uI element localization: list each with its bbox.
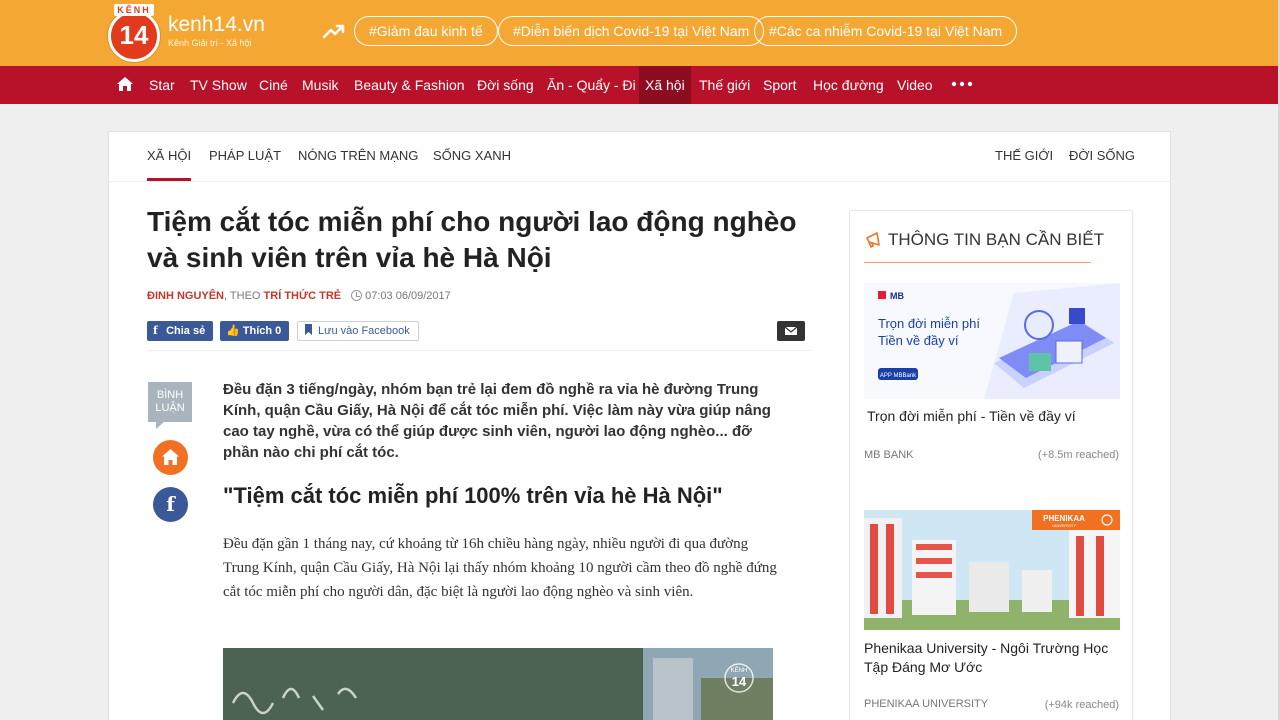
mb-headline-1: Trọn đời miễn phí xyxy=(878,316,980,331)
subnav-active-indicator xyxy=(147,178,191,181)
article-photo-graphic: KÊNH 14 xyxy=(223,648,773,720)
mb-app-badge: APP MBBank xyxy=(880,373,917,379)
photo-watermark-top: KÊNH xyxy=(731,666,748,674)
share-label: Chia sẻ xyxy=(166,325,206,337)
article-source[interactable]: TRÍ THỨC TRẺ xyxy=(264,290,342,302)
nav-item-the-gioi[interactable]: Thế giới xyxy=(699,66,750,104)
mb-bank-ad-title[interactable]: Trọn đời miễn phí - Tiền về đầy ví xyxy=(867,407,1122,425)
like-label: Thích 0 xyxy=(242,325,282,337)
phenikaa-ad-title[interactable]: Phenikaa University - Ngôi Trường Học Tậ… xyxy=(864,639,1126,677)
subnav-xa-hoi[interactable]: XÃ HỘI xyxy=(147,148,191,164)
comment-badge[interactable]: BÌNH LUẬN xyxy=(148,382,192,429)
email-share-button[interactable] xyxy=(777,321,805,341)
nav-item-doi-song[interactable]: Đời sống xyxy=(477,66,534,104)
sponsored-sidebar: THÔNG TIN BẠN CẦN BIẾT MB Trọn đời miễn … xyxy=(849,210,1133,720)
mail-icon xyxy=(784,326,798,335)
mb-headline-2: Tiền về đầy ví xyxy=(878,333,959,348)
facebook-like-button[interactable]: 👍 Thích 0 xyxy=(220,321,290,341)
subnav-nong-tren-mang[interactable]: NÓNG TRÊN MẠNG xyxy=(298,148,418,164)
photo-watermark-number: 14 xyxy=(732,674,747,689)
comment-label-line1: BÌNH xyxy=(156,389,184,401)
mb-bank-ad-graphic: MB Trọn đời miễn phí Tiền về đầy ví APP … xyxy=(864,283,1120,399)
more-dots-icon[interactable] xyxy=(950,79,974,89)
subnav-song-xanh[interactable]: SỐNG XANH xyxy=(433,148,511,164)
bookmark-icon xyxy=(305,324,312,335)
facebook-share-button[interactable]: f Chia sẻ xyxy=(147,321,214,341)
nav-item-hoc-duong[interactable]: Học đường xyxy=(813,66,884,104)
article-via: , THEO xyxy=(224,290,264,302)
content-panel: XÃ HỘI PHÁP LUẬT NÓNG TRÊN MẠNG SỐNG XAN… xyxy=(108,131,1172,720)
logo-kenh-label: KÊNH xyxy=(114,4,154,16)
phenikaa-logo-text: PHENIKAA xyxy=(1043,514,1085,523)
phenikaa-ad-reach: (+94k reached) xyxy=(1044,699,1119,711)
mb-bank-ad-image[interactable]: MB Trọn đời miễn phí Tiền về đầy ví APP … xyxy=(864,283,1120,399)
article-title: Tiệm cắt tóc miễn phí cho người lao động… xyxy=(147,206,797,273)
save-label: Lưu vào Facebook xyxy=(318,325,410,337)
subnav-the-gioi[interactable]: THẾ GIỚI xyxy=(995,148,1053,164)
trending-tag[interactable]: #Các ca nhiễm Covid-19 tại Việt Nam xyxy=(754,16,1018,46)
home-icon[interactable] xyxy=(116,76,134,92)
section-subnav: XÃ HỘI PHÁP LUẬT NÓNG TRÊN MẠNG SỐNG XAN… xyxy=(109,132,1172,182)
article-author[interactable]: ĐINH NGUYÊN xyxy=(147,290,224,302)
thumbs-up-icon: 👍 xyxy=(226,325,240,337)
mb-logo-text: MB xyxy=(890,291,904,301)
sidebar-header: THÔNG TIN BẠN CẦN BIẾT xyxy=(864,227,1104,263)
article-photo[interactable]: KÊNH 14 xyxy=(223,648,773,720)
article-sapo: Đều đặn 3 tiếng/ngày, nhóm bạn trẻ lại đ… xyxy=(223,381,771,461)
mb-bank-ad-reach: (+8.5m reached) xyxy=(1037,449,1119,461)
subnav-phap-luat[interactable]: PHÁP LUẬT xyxy=(209,148,281,164)
brand-tagline: Kênh Giải trí - Xã hội xyxy=(168,38,252,48)
nav-item-cine[interactable]: Ciné xyxy=(259,66,288,104)
nav-item-star[interactable]: Star xyxy=(149,66,175,104)
phenikaa-logo-sub: UNIVERSITY xyxy=(1052,523,1076,528)
logo-number: 14 xyxy=(119,20,149,50)
nav-item-musik[interactable]: Musik xyxy=(302,66,339,104)
nav-item-tvshow[interactable]: TV Show xyxy=(190,66,247,104)
clock-icon xyxy=(351,290,363,301)
home-icon xyxy=(162,449,179,465)
subnav-doi-song[interactable]: ĐỜI SỐNG xyxy=(1069,148,1135,164)
phenikaa-ad-image[interactable]: PHENIKAA UNIVERSITY xyxy=(864,510,1120,630)
phenikaa-ad-source: PHENIKAA UNIVERSITY xyxy=(864,698,989,710)
main-nav: Star TV Show Ciné Musik Beauty & Fashion… xyxy=(0,66,1280,104)
facebook-icon: f xyxy=(153,324,158,337)
comment-label-line2: LUẬN xyxy=(155,402,185,414)
mb-bank-ad-source: MB BANK xyxy=(864,449,914,461)
article-subheading: "Tiệm cắt tóc miễn phí 100% trên vỉa hè … xyxy=(223,483,723,508)
trending-up-icon xyxy=(323,24,345,39)
trending-tag[interactable]: #Diễn biến dịch Covid-19 tại Việt Nam xyxy=(498,16,765,46)
site-logo[interactable]: KÊNH 14 xyxy=(108,4,160,62)
article-time: 07:03 06/09/2017 xyxy=(365,290,451,302)
brand-name[interactable]: kenh14.vn xyxy=(168,14,265,36)
save-to-facebook-button[interactable]: Lưu vào Facebook xyxy=(297,321,419,341)
nav-item-beauty-fashion[interactable]: Beauty & Fashion xyxy=(354,66,465,104)
article-meta: ĐINH NGUYÊN, THEO TRÍ THỨC TRẺ 07:03 06/0… xyxy=(147,289,451,303)
article-paragraph: Đều đặn gần 1 tháng nay, cứ khoảng từ 16… xyxy=(223,536,777,600)
home-button[interactable] xyxy=(153,440,188,475)
megaphone-icon xyxy=(866,232,880,249)
nav-item-video[interactable]: Video xyxy=(897,66,933,104)
nav-item-an-quay-di[interactable]: Ăn - Quẩy - Đi xyxy=(547,66,636,104)
top-header: KÊNH 14 kenh14.vn Kênh Giải trí - Xã hội… xyxy=(0,0,1280,66)
phenikaa-ad-graphic: PHENIKAA UNIVERSITY xyxy=(864,510,1120,630)
facebook-icon[interactable]: f xyxy=(153,487,188,522)
nav-item-xa-hoi[interactable]: Xã hội xyxy=(639,66,691,104)
nav-item-sport[interactable]: Sport xyxy=(763,66,796,104)
sidebar-title: THÔNG TIN BẠN CẦN BIẾT xyxy=(888,230,1104,249)
trending-tag[interactable]: #Giảm đau kinh tế xyxy=(354,16,498,46)
share-toolbar: f Chia sẻ 👍 Thích 0 Lưu vào Facebook xyxy=(147,321,811,351)
